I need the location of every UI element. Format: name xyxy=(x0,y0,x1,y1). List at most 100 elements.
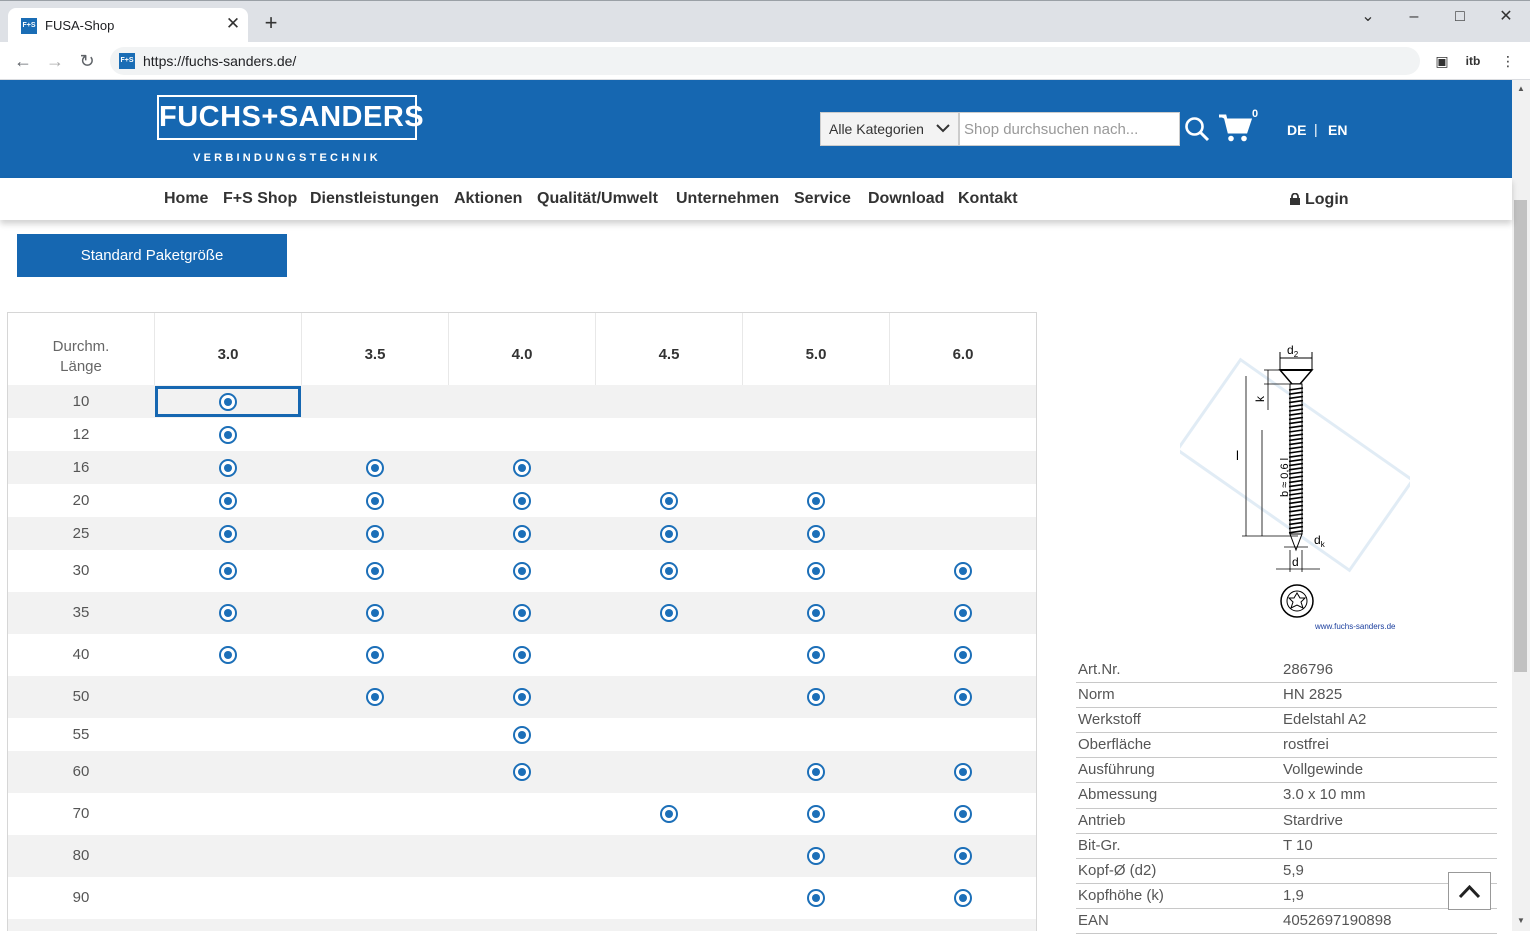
spec-row: Ausführung Vollgewinde xyxy=(1076,758,1497,784)
size-radio-button[interactable] xyxy=(218,646,237,664)
extension-icon[interactable]: itb xyxy=(1463,51,1483,71)
browser-tab[interactable]: F+S FUSA-Shop ✕ xyxy=(8,8,248,43)
diameter-column-header: 6.0 xyxy=(889,313,1036,385)
size-radio-button[interactable] xyxy=(953,889,972,907)
size-radio-button[interactable] xyxy=(512,646,531,664)
size-radio-button[interactable] xyxy=(806,688,825,706)
size-radio-button[interactable] xyxy=(512,491,531,510)
nav-item-download[interactable]: Download xyxy=(868,190,944,208)
scroll-up-arrow-icon[interactable]: ▲ xyxy=(1516,84,1526,94)
nav-item-aktionen[interactable]: Aktionen xyxy=(454,190,522,208)
grid-row: 40 xyxy=(8,634,1036,676)
language-de-link[interactable]: DE xyxy=(1287,122,1306,138)
size-radio-button[interactable] xyxy=(806,524,825,543)
close-window-icon[interactable]: ✕ xyxy=(1486,5,1526,29)
size-radio-button[interactable] xyxy=(806,604,825,622)
browser-menu-icon[interactable]: ⋮ xyxy=(1498,51,1518,71)
nav-item-service[interactable]: Service xyxy=(794,190,851,208)
size-radio-button[interactable] xyxy=(806,847,825,865)
length-row-label: 60 xyxy=(72,763,90,780)
size-radio-button[interactable] xyxy=(365,524,384,543)
size-radio-button[interactable] xyxy=(953,562,972,580)
spec-value: 3.0 x 10 mm xyxy=(1283,786,1366,804)
maximize-window-icon[interactable]: □ xyxy=(1440,5,1480,29)
size-radio-button[interactable] xyxy=(659,562,678,580)
reading-mode-icon[interactable]: ▣ xyxy=(1432,51,1452,71)
size-radio-button[interactable] xyxy=(953,763,972,781)
standard-package-button[interactable]: Standard Paketgröße xyxy=(17,234,287,277)
size-radio-button[interactable] xyxy=(659,805,678,823)
size-radio-button[interactable] xyxy=(806,491,825,510)
browser-tab-strip: F+S FUSA-Shop ✕ + ⌄ – □ ✕ xyxy=(0,0,1530,43)
size-radio-button[interactable] xyxy=(953,805,972,823)
spec-key: EAN xyxy=(1078,911,1109,929)
scroll-down-arrow-icon[interactable]: ▼ xyxy=(1516,916,1526,926)
size-radio-button[interactable] xyxy=(218,425,237,444)
size-radio-button[interactable] xyxy=(365,562,384,580)
nav-item-unternehmen[interactable]: Unternehmen xyxy=(676,190,779,208)
size-radio-button[interactable] xyxy=(512,604,531,622)
address-bar[interactable]: F+S https://fuchs-sanders.de/ xyxy=(110,47,1420,75)
size-radio-button[interactable] xyxy=(512,725,531,744)
nav-item-dienstleistungen[interactable]: Dienstleistungen xyxy=(310,190,439,208)
chevron-down-icon xyxy=(936,113,950,157)
size-radio-button[interactable] xyxy=(365,458,384,477)
logo[interactable]: FUCHS+SANDERS xyxy=(157,95,424,140)
size-radio-button[interactable] xyxy=(806,646,825,664)
search-icon[interactable] xyxy=(1184,116,1210,142)
cart-icon[interactable] xyxy=(1218,113,1253,143)
scroll-to-top-button[interactable] xyxy=(1448,872,1491,910)
size-radio-button[interactable] xyxy=(659,604,678,622)
size-radio-button[interactable] xyxy=(512,688,531,706)
forward-icon[interactable]: → xyxy=(44,50,66,72)
size-radio-button[interactable] xyxy=(659,491,678,510)
nav-item-home[interactable]: Home xyxy=(164,190,208,208)
size-radio-button[interactable] xyxy=(218,458,237,477)
spec-value: 5,9 xyxy=(1283,861,1304,879)
url-text: https://fuchs-sanders.de/ xyxy=(143,53,297,69)
size-radio-button[interactable] xyxy=(365,646,384,664)
nav-item-shop[interactable]: F+S Shop xyxy=(223,190,297,208)
size-radio-button[interactable] xyxy=(806,889,825,907)
back-icon[interactable]: ← xyxy=(12,50,34,72)
size-radio-button[interactable] xyxy=(953,646,972,664)
length-row-label: 10 xyxy=(72,392,90,410)
close-tab-icon[interactable]: ✕ xyxy=(224,15,242,33)
diameter-axis-label: Durchm. xyxy=(52,338,110,355)
spec-row: Oberfläche rostfrei xyxy=(1076,733,1497,759)
language-en-link[interactable]: EN xyxy=(1328,122,1347,138)
search-input[interactable] xyxy=(959,112,1180,146)
size-radio-button[interactable] xyxy=(365,491,384,510)
scrollbar-thumb[interactable] xyxy=(1514,200,1527,672)
spec-key: Kopf-Ø (d2) xyxy=(1078,861,1157,879)
grid-row: 30 xyxy=(8,550,1036,592)
size-radio-button[interactable] xyxy=(806,763,825,781)
spec-value: Stardrive xyxy=(1283,811,1344,829)
size-radio-button[interactable] xyxy=(218,491,237,510)
size-radio-button[interactable] xyxy=(218,604,237,622)
size-radio-button[interactable] xyxy=(512,524,531,543)
size-radio-button[interactable] xyxy=(953,847,972,865)
size-radio-button[interactable] xyxy=(659,524,678,543)
size-radio-button[interactable] xyxy=(365,604,384,622)
new-tab-button[interactable]: + xyxy=(258,10,284,36)
category-select[interactable]: Alle Kategorien xyxy=(820,112,959,146)
minimize-window-icon[interactable]: – xyxy=(1394,5,1434,29)
nav-item-kontakt[interactable]: Kontakt xyxy=(958,190,1018,208)
size-radio-button[interactable] xyxy=(218,524,237,543)
spec-value: 1,9 xyxy=(1283,886,1304,904)
size-radio-button[interactable] xyxy=(953,688,972,706)
size-radio-button[interactable] xyxy=(953,604,972,622)
nav-item-qualitaet[interactable]: Qualität/Umwelt xyxy=(537,190,658,208)
login-link[interactable]: Login xyxy=(1290,191,1349,209)
size-radio-button[interactable] xyxy=(512,763,531,781)
size-radio-button[interactable] xyxy=(218,562,237,580)
page-scrollbar[interactable]: ▲ ▼ xyxy=(1512,80,1530,931)
tab-search-icon[interactable]: ⌄ xyxy=(1348,5,1388,29)
size-radio-button[interactable] xyxy=(806,805,825,823)
size-radio-button[interactable] xyxy=(512,458,531,477)
size-radio-button[interactable] xyxy=(365,688,384,706)
size-radio-button[interactable] xyxy=(806,562,825,580)
size-radio-button[interactable] xyxy=(512,562,531,580)
reload-icon[interactable]: ↻ xyxy=(76,50,98,72)
